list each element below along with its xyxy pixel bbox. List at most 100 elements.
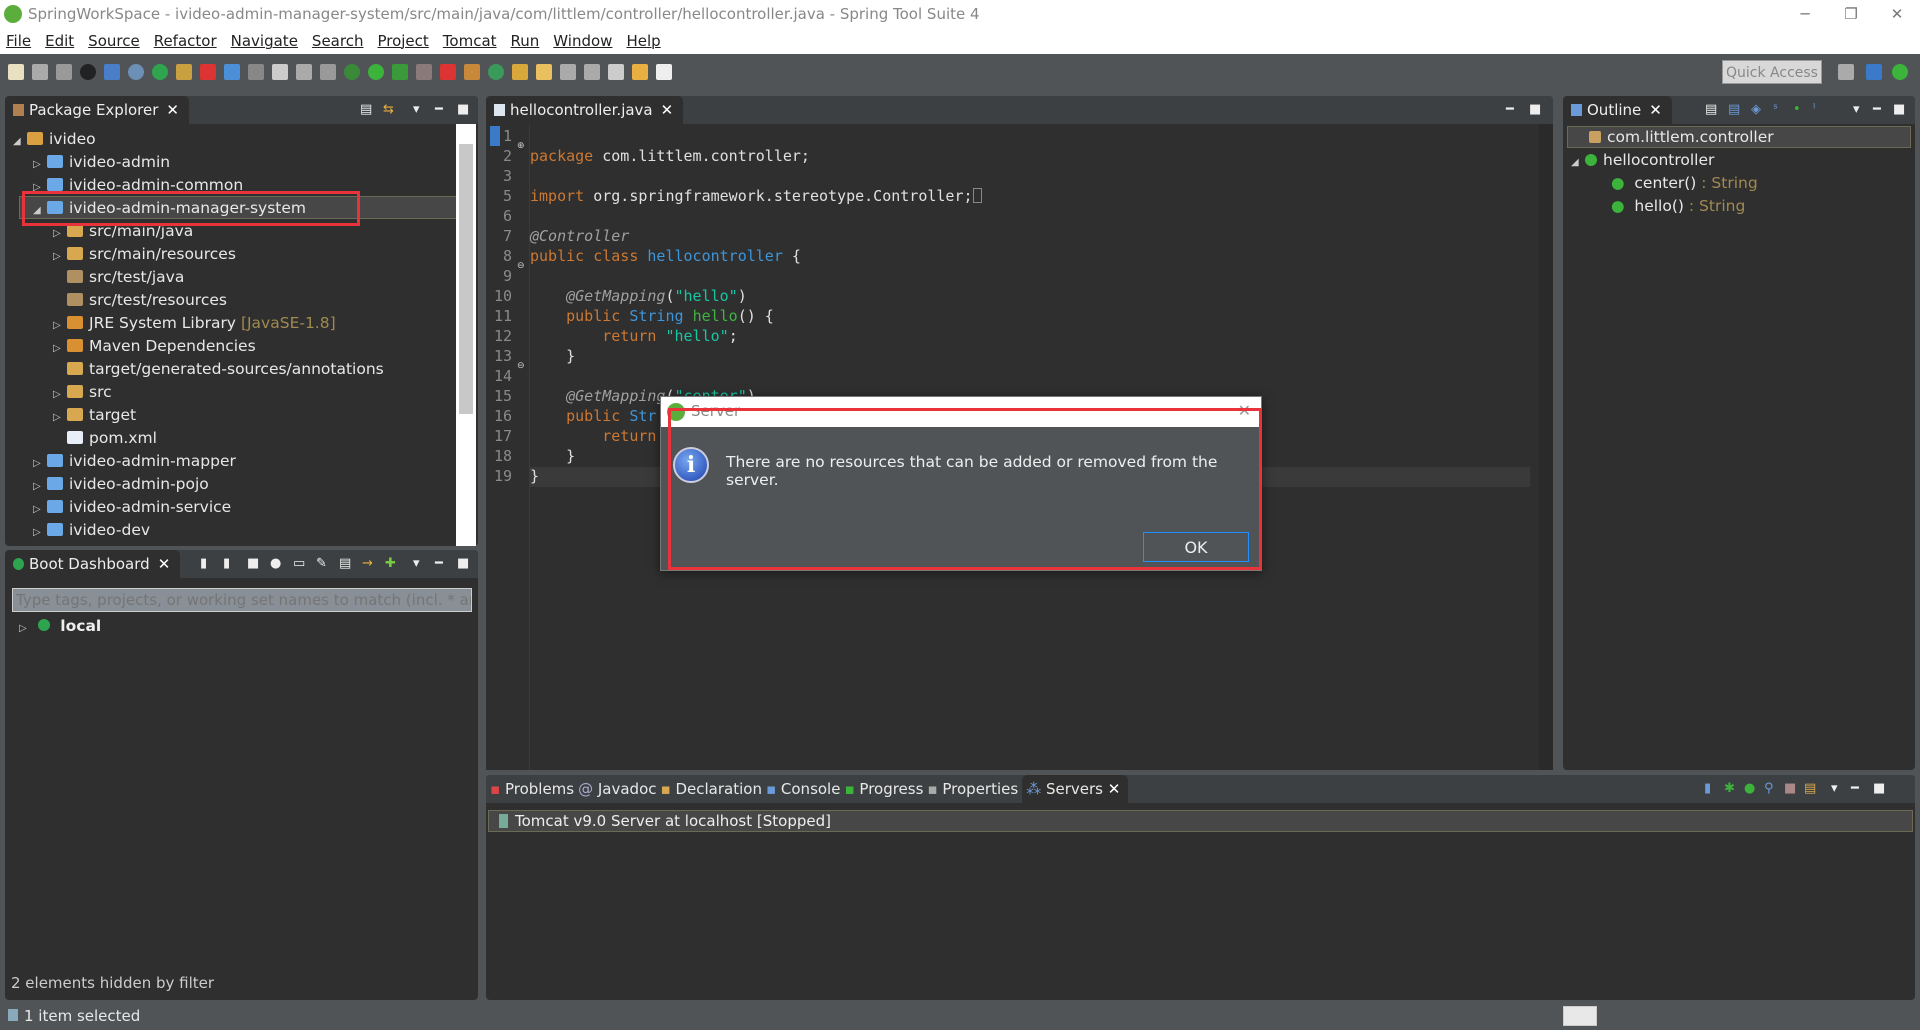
maximize-icon[interactable]: ■: [457, 556, 469, 571]
tomcat-restart-icon[interactable]: [224, 64, 240, 80]
save-icon[interactable]: [32, 64, 48, 80]
menu-help[interactable]: Help: [626, 28, 660, 54]
debug-server-icon[interactable]: ✱: [1724, 781, 1735, 796]
view-menu-icon[interactable]: ▾: [413, 102, 420, 117]
menu-edit[interactable]: Edit: [45, 28, 74, 54]
tree-item[interactable]: ▷ ivideo-admin: [33, 151, 170, 174]
tab-console[interactable]: ▪ Console: [766, 775, 841, 803]
tab-boot-dashboard[interactable]: Boot Dashboard ✕: [5, 550, 181, 578]
spring-boot-icon[interactable]: [152, 64, 168, 80]
progress-icon[interactable]: [1563, 1006, 1597, 1026]
spring-perspective-icon[interactable]: [1892, 64, 1908, 80]
properties-icon[interactable]: ▤: [339, 556, 351, 571]
tab-outline[interactable]: Outline ✕: [1563, 96, 1672, 124]
edit-icon[interactable]: ✎: [316, 556, 327, 571]
menu-refactor[interactable]: Refactor: [154, 28, 217, 54]
expose-icon[interactable]: →: [362, 556, 373, 571]
tree-item[interactable]: ▷ ivideo-dev: [33, 519, 150, 542]
tree-item[interactable]: ▷ ivideo-admin-pojo: [33, 473, 209, 496]
close-tab-icon[interactable]: ✕: [1649, 101, 1662, 119]
close-tab-icon[interactable]: ✕: [661, 101, 674, 119]
search-icon[interactable]: [536, 64, 552, 80]
publish-icon[interactable]: ▤: [1804, 781, 1816, 796]
whitespace-icon[interactable]: [320, 64, 336, 80]
debug-icon[interactable]: ▮: [223, 556, 230, 571]
close-tab-icon[interactable]: ✕: [1108, 780, 1121, 798]
console-icon[interactable]: ▭: [293, 556, 305, 571]
tree-item[interactable]: target/generated-sources/annotations: [53, 358, 384, 381]
outline-item-method[interactable]: ● hello() : String: [1611, 195, 1745, 218]
minimize-icon[interactable]: ━: [435, 556, 443, 571]
pen-icon[interactable]: [272, 64, 288, 80]
server-row-tomcat[interactable]: Tomcat v9.0 Server at localhost [Stopped…: [488, 810, 1913, 832]
tab-problems[interactable]: ▪ Problems: [486, 775, 574, 803]
forward-icon[interactable]: [656, 64, 672, 80]
tree-item[interactable]: ▷ ivideo-admin-mapper: [33, 450, 236, 473]
collapse-all-icon[interactable]: ▤: [360, 102, 372, 117]
fold-collapse-icon[interactable]: ⊖: [517, 261, 525, 271]
scrollbar-thumb[interactable]: [459, 144, 473, 414]
link-editor-icon[interactable]: ⇆: [383, 102, 394, 117]
server-icon[interactable]: [440, 64, 456, 80]
close-tab-icon[interactable]: ✕: [166, 101, 179, 119]
menu-run[interactable]: Run: [511, 28, 540, 54]
maximize-icon[interactable]: ■: [1873, 781, 1885, 796]
scrollbar[interactable]: [456, 124, 476, 546]
tree-item[interactable]: pom.xml: [53, 427, 157, 450]
start-server-icon[interactable]: ●: [1744, 781, 1755, 796]
run-external-icon[interactable]: [392, 64, 408, 80]
outline-item-class[interactable]: ◢ hellocontroller: [1571, 149, 1714, 172]
fold-expand-icon[interactable]: ⊕: [517, 141, 525, 151]
sort-icon[interactable]: ▤: [1728, 102, 1740, 117]
tree-item[interactable]: src/test/resources: [53, 289, 227, 312]
minimize-icon[interactable]: ━: [1506, 102, 1514, 117]
restore-button[interactable]: ❐: [1828, 0, 1874, 28]
menu-tomcat[interactable]: Tomcat: [443, 28, 497, 54]
debug-icon[interactable]: [344, 64, 360, 80]
view-menu-icon[interactable]: ▾: [413, 556, 420, 571]
profile-server-icon[interactable]: ⚲: [1764, 781, 1774, 796]
tab-package-explorer[interactable]: Package Explorer ✕: [5, 96, 189, 124]
back-icon[interactable]: [632, 64, 648, 80]
tree-item[interactable]: ▷ src/main/resources: [53, 243, 236, 266]
menu-file[interactable]: File: [6, 28, 31, 54]
minimize-icon[interactable]: ━: [1873, 102, 1881, 117]
tab-progress[interactable]: ▪ Progress: [844, 775, 923, 803]
run-icon[interactable]: [368, 64, 384, 80]
terminal-icon[interactable]: [104, 64, 120, 80]
hide-fields-icon[interactable]: ◈: [1751, 102, 1761, 117]
tab-javadoc[interactable]: @ Javadoc: [578, 775, 656, 803]
start-icon[interactable]: ▮: [200, 556, 207, 571]
tomcat-start-icon[interactable]: [176, 64, 192, 80]
menu-project[interactable]: Project: [377, 28, 428, 54]
minimize-icon[interactable]: ━: [1851, 781, 1859, 796]
next-annotation-icon[interactable]: [560, 64, 576, 80]
browser-icon[interactable]: ●: [270, 556, 281, 571]
tree-item[interactable]: ▷ ivideo-admin-service: [33, 496, 231, 519]
tree-item-local[interactable]: ▷ local: [19, 617, 101, 635]
new-class-icon[interactable]: [488, 64, 504, 80]
tree-item[interactable]: ▷ Maven Dependencies: [53, 335, 256, 358]
new-package-icon[interactable]: [464, 64, 480, 80]
tree-item[interactable]: ▷ src: [53, 381, 112, 404]
stop-icon[interactable]: ■: [247, 556, 259, 571]
profile-icon[interactable]: [80, 64, 96, 80]
hide-local-types-icon[interactable]: ˡ: [1813, 102, 1815, 117]
outline-item-method[interactable]: ● center() : String: [1611, 172, 1758, 195]
close-window-button[interactable]: ✕: [1874, 0, 1920, 28]
hide-static-icon[interactable]: ˢ: [1773, 102, 1778, 117]
menu-search[interactable]: Search: [312, 28, 364, 54]
maximize-icon[interactable]: ■: [1529, 102, 1541, 117]
tree-item-ivideo[interactable]: ◢ ivideo: [13, 128, 96, 151]
minimize-button[interactable]: ─: [1782, 0, 1828, 28]
view-menu-icon[interactable]: ▾: [1853, 102, 1860, 117]
java-perspective-icon[interactable]: [1866, 64, 1882, 80]
tab-servers[interactable]: ⁂ Servers ✕: [1022, 775, 1129, 803]
fold-collapse-icon[interactable]: ⊖: [517, 361, 525, 371]
outline-item-package[interactable]: com.littlem.controller: [1589, 126, 1774, 149]
tab-declaration[interactable]: ▪ Declaration: [661, 775, 762, 803]
tree-item[interactable]: ▷ target: [53, 404, 136, 427]
tab-hellocontroller-java[interactable]: hellocontroller.java ✕: [486, 96, 684, 124]
minimize-icon[interactable]: ━: [435, 102, 443, 117]
menu-navigate[interactable]: Navigate: [231, 28, 298, 54]
